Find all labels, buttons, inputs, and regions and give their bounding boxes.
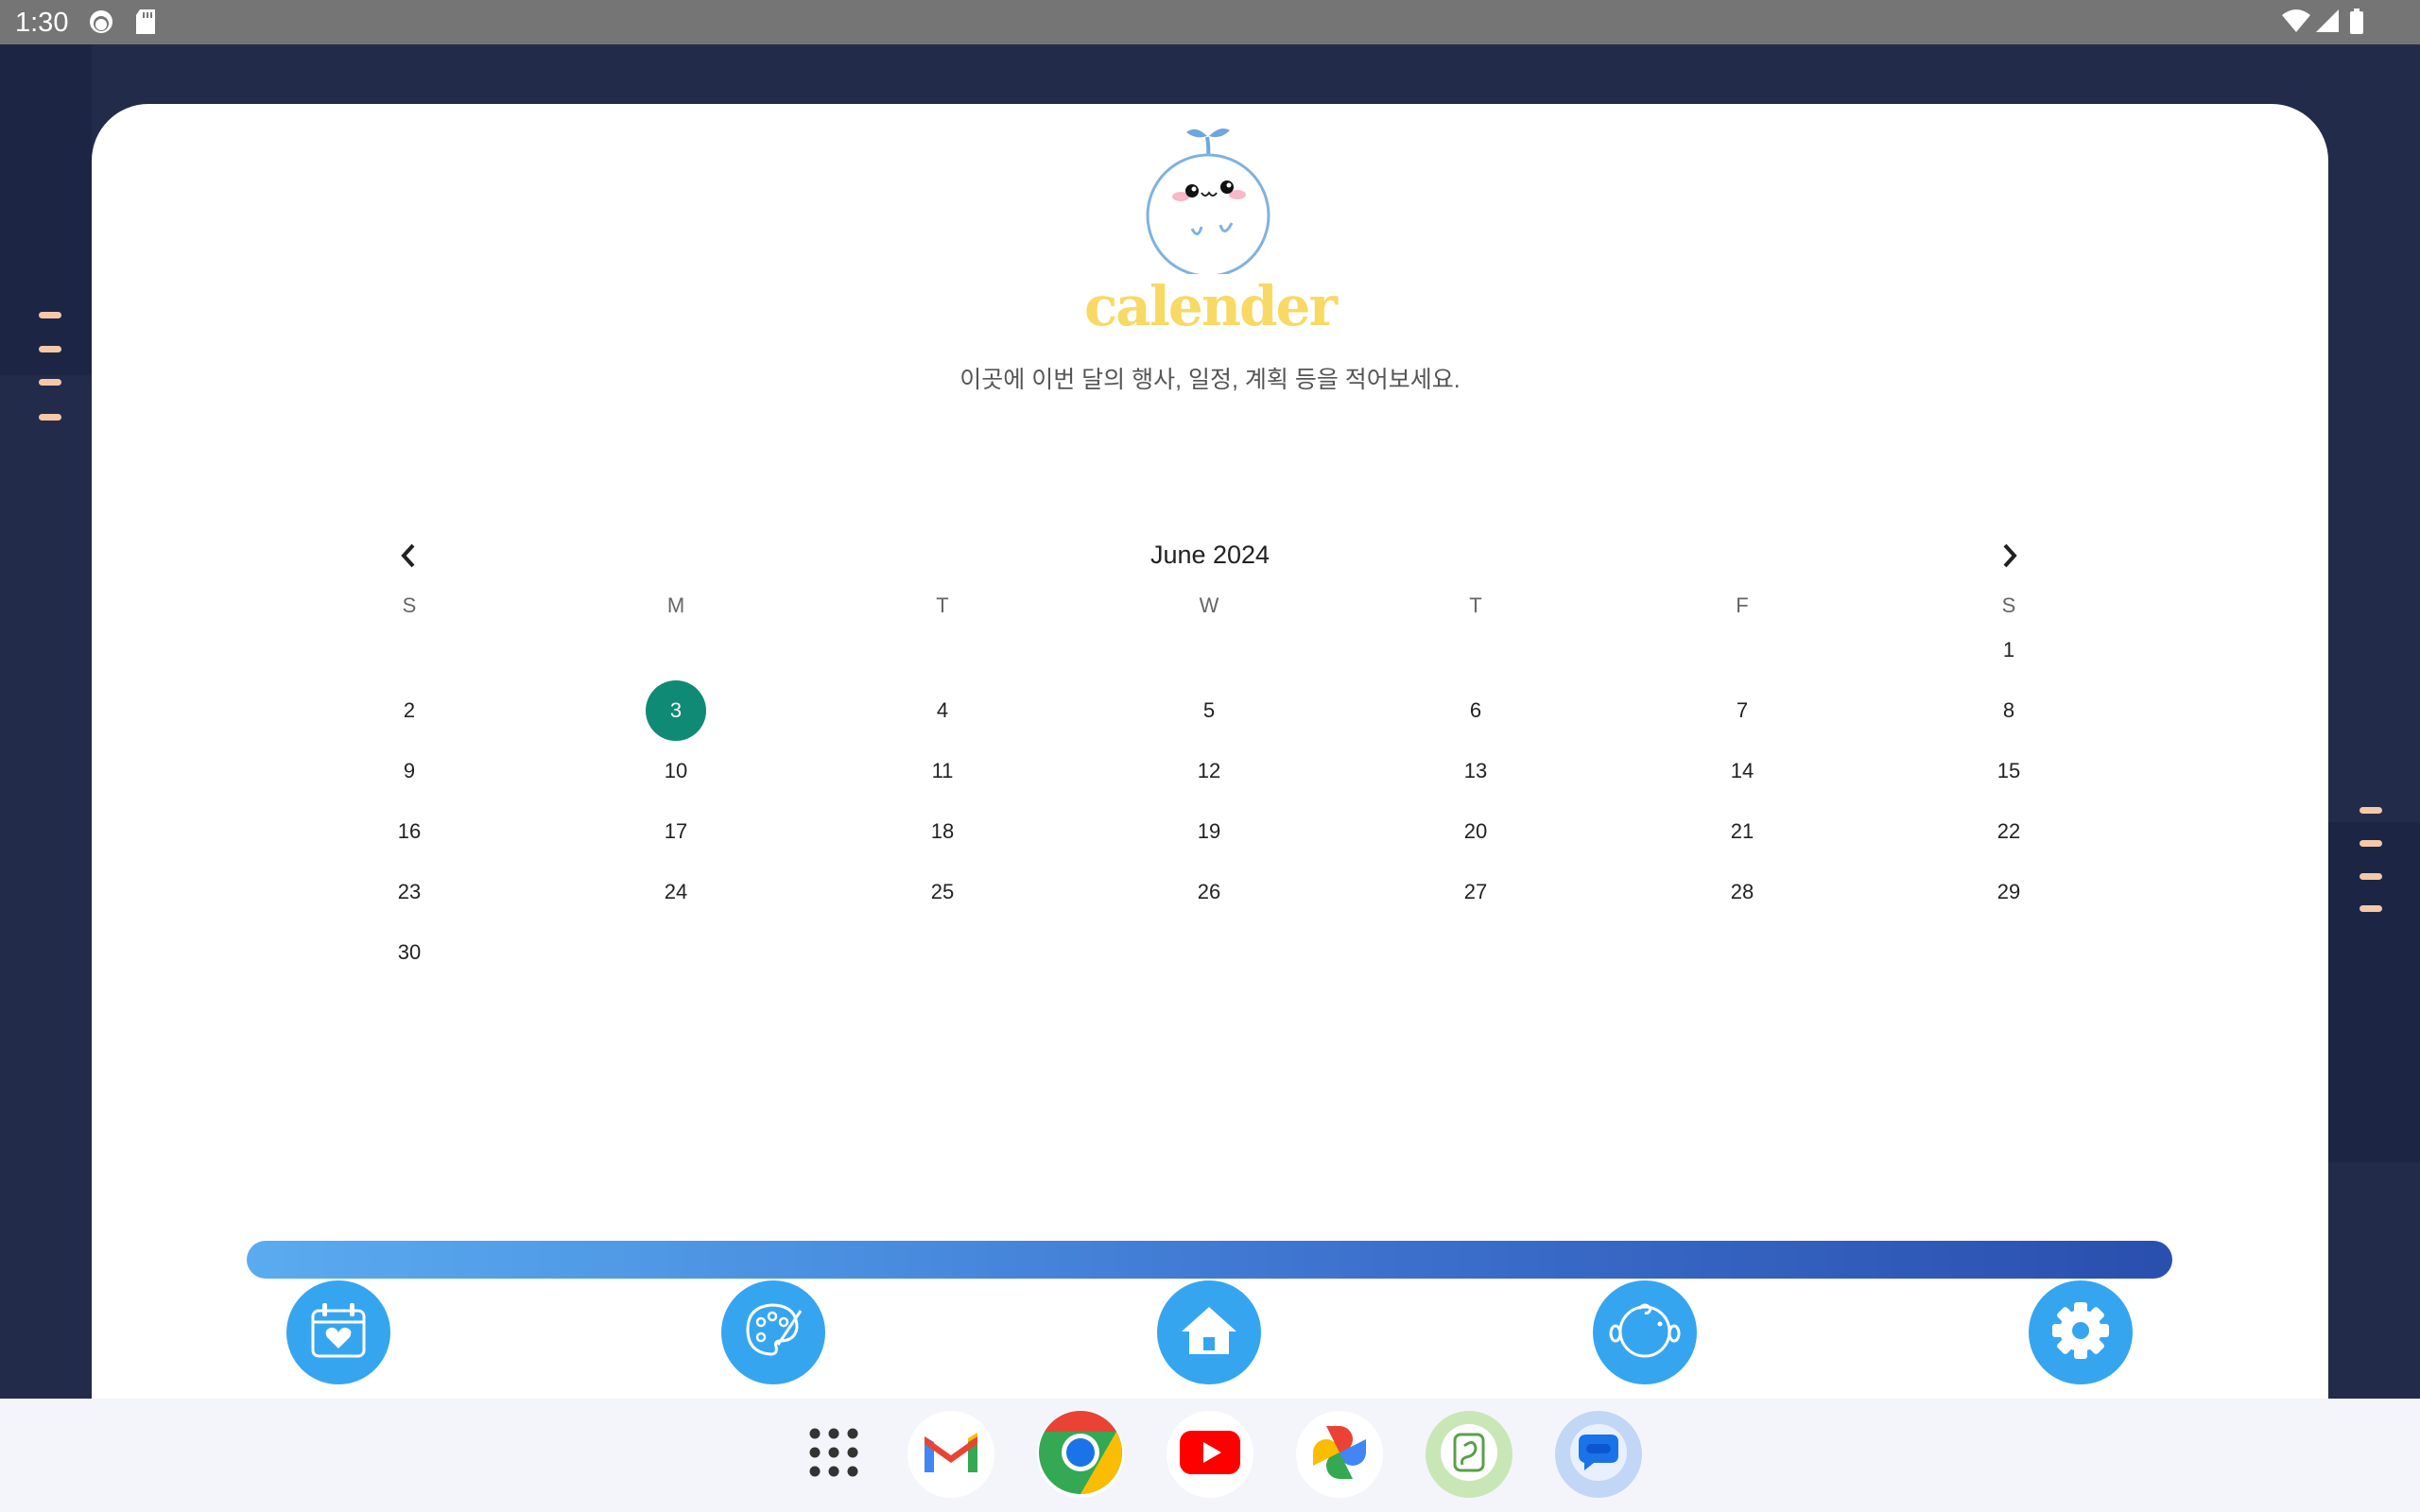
calendar-day[interactable]: 11: [912, 741, 973, 801]
chrome-icon: [1038, 1410, 1123, 1500]
weekday-label: S: [402, 593, 417, 617]
diary-app-icon: [1436, 1419, 1502, 1490]
status-bar: 1:30: [0, 0, 2420, 44]
nav-art-button[interactable]: [721, 1280, 825, 1384]
selected-day[interactable]: 3: [646, 680, 706, 741]
decor-dash: [2360, 840, 2382, 847]
calendar-day[interactable]: 19: [1179, 801, 1239, 862]
month-title: June 2024: [1150, 541, 1270, 569]
gmail-app[interactable]: [908, 1411, 994, 1498]
app-drawer-button[interactable]: [790, 1411, 877, 1498]
progress-bar: [247, 1241, 2172, 1279]
calendar-day[interactable]: 9: [379, 741, 440, 801]
palette-icon: [740, 1297, 806, 1368]
sprout-mascot-icon: [1139, 123, 1281, 279]
nav-settings-button[interactable]: [2029, 1280, 2133, 1384]
calendar-day[interactable]: 23: [379, 862, 440, 922]
calendar-day[interactable]: 18: [912, 801, 973, 862]
wifi-icon: [2280, 8, 2312, 41]
calendar-day[interactable]: 27: [1445, 862, 1506, 922]
chevron-left-icon: [399, 542, 418, 574]
calendar-day[interactable]: 30: [379, 922, 440, 983]
calendar-day[interactable]: 8: [1979, 680, 2039, 741]
calendar-day[interactable]: 4: [912, 680, 973, 741]
decor-dash: [2360, 807, 2382, 814]
weekday-label: F: [1736, 593, 1749, 617]
decor-dash: [39, 414, 61, 421]
chrome-app[interactable]: [1037, 1410, 1124, 1500]
diary-app[interactable]: [1426, 1411, 1512, 1498]
app-title: calender: [1083, 274, 1338, 338]
calendar-day[interactable]: 12: [1179, 741, 1239, 801]
next-month-button[interactable]: [1989, 537, 2031, 578]
calendar-day[interactable]: 15: [1979, 741, 2039, 801]
calendar-day[interactable]: 2: [379, 680, 440, 741]
weekday-label: W: [1199, 593, 1219, 617]
sd-card-icon: [134, 8, 159, 41]
youtube-icon: [1180, 1430, 1240, 1479]
calendar-day[interactable]: 28: [1712, 862, 1772, 922]
calendar-heart-icon: [305, 1297, 372, 1368]
decor-dash: [2360, 873, 2382, 880]
home-icon: [1176, 1297, 1242, 1368]
calendar-day[interactable]: 24: [646, 862, 706, 922]
calendar-day[interactable]: 21: [1712, 801, 1772, 862]
decor-dash: [39, 346, 61, 352]
messages-app[interactable]: [1555, 1411, 1642, 1498]
weekday-label: T: [936, 593, 949, 617]
signal-icon: [2314, 8, 2341, 41]
nav-home-button[interactable]: [1157, 1280, 1261, 1384]
weekday-label: M: [666, 593, 685, 617]
battery-icon: [2348, 8, 2365, 41]
calendar-day[interactable]: 22: [1979, 801, 2039, 862]
nav-calendar-button[interactable]: [286, 1280, 390, 1384]
calendar-day[interactable]: 14: [1712, 741, 1772, 801]
face-notification-icon: [87, 8, 115, 41]
decor-dash: [2360, 905, 2382, 912]
chevron-right-icon: [2000, 542, 2019, 574]
calendar-day[interactable]: 10: [646, 741, 706, 801]
calendar-day[interactable]: 25: [912, 862, 973, 922]
calendar-day[interactable]: 1: [1979, 620, 2039, 680]
calendar-day[interactable]: 29: [1979, 862, 2039, 922]
calendar-day[interactable]: 26: [1179, 862, 1239, 922]
weekday-label: S: [2001, 593, 2016, 617]
gear-icon: [2048, 1297, 2114, 1368]
page-subtitle: 이곳에 이번 달의 행사, 일정, 계획 등을 적어보세요.: [959, 367, 1461, 393]
calendar-day[interactable]: 16: [379, 801, 440, 862]
calendar-day[interactable]: 20: [1445, 801, 1506, 862]
nav-baby-button[interactable]: [1593, 1280, 1697, 1384]
app-drawer-icon: [805, 1424, 862, 1486]
calendar-day[interactable]: 13: [1445, 741, 1506, 801]
youtube-app[interactable]: [1167, 1411, 1253, 1498]
status-time: 1:30: [15, 8, 69, 38]
calendar-day[interactable]: 5: [1179, 680, 1239, 741]
baby-face-icon: [1607, 1297, 1683, 1368]
gmail-icon: [921, 1429, 981, 1481]
photos-icon: [1309, 1422, 1370, 1487]
messages-icon: [1565, 1419, 1632, 1490]
calendar-day[interactable]: 6: [1445, 680, 1506, 741]
calendar-day[interactable]: 17: [646, 801, 706, 862]
calendar-day[interactable]: 7: [1712, 680, 1772, 741]
prev-month-button[interactable]: [388, 537, 429, 578]
photos-app[interactable]: [1296, 1411, 1383, 1498]
weekday-label: T: [1469, 593, 1482, 617]
